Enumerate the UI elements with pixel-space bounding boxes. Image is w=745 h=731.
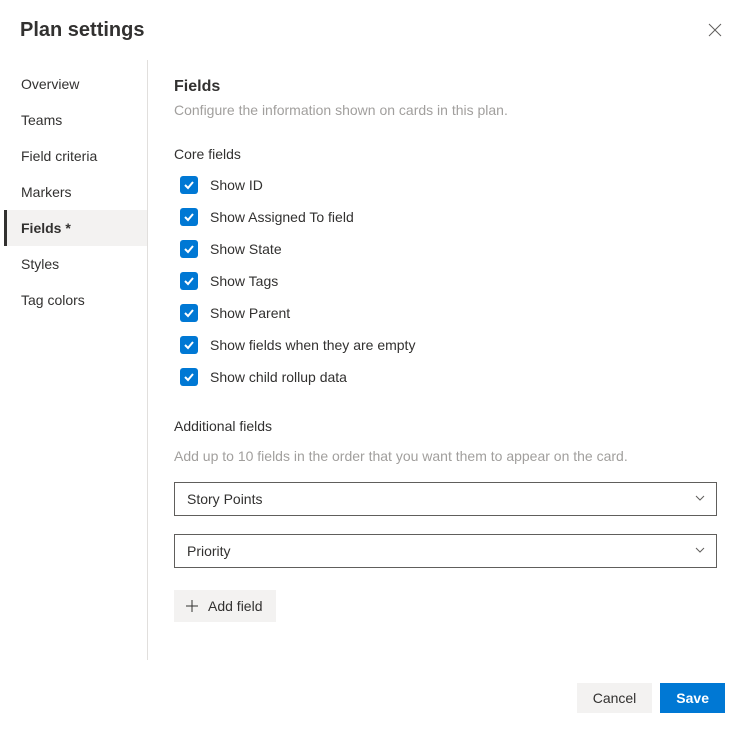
check-icon <box>183 275 195 287</box>
checkbox-row-show-assigned-to: Show Assigned To field <box>174 208 717 226</box>
sidebar-item-styles[interactable]: Styles <box>4 246 147 282</box>
check-icon <box>183 371 195 383</box>
check-icon <box>183 243 195 255</box>
sidebar-item-teams[interactable]: Teams <box>4 102 147 138</box>
checkbox-show-assigned-to[interactable] <box>180 208 198 226</box>
section-title: Fields <box>174 78 717 96</box>
checkbox-label: Show State <box>210 241 282 257</box>
core-fields-heading: Core fields <box>174 146 717 162</box>
select-value: Priority <box>187 543 231 559</box>
checkbox-row-show-tags: Show Tags <box>174 272 717 290</box>
save-button[interactable]: Save <box>660 683 725 713</box>
chevron-down-icon <box>694 491 706 507</box>
checkbox-show-tags[interactable] <box>180 272 198 290</box>
check-icon <box>183 179 195 191</box>
sidebar-item-tag-colors[interactable]: Tag colors <box>4 282 147 318</box>
checkbox-row-show-rollup: Show child rollup data <box>174 368 717 386</box>
sidebar-item-field-criteria[interactable]: Field criteria <box>4 138 147 174</box>
checkbox-label: Show fields when they are empty <box>210 337 415 353</box>
check-icon <box>183 339 195 351</box>
panel-content: Fields Configure the information shown o… <box>148 60 745 660</box>
checkbox-show-empty[interactable] <box>180 336 198 354</box>
check-icon <box>183 211 195 223</box>
check-icon <box>183 307 195 319</box>
sidebar-item-fields[interactable]: Fields * <box>4 210 147 246</box>
checkbox-label: Show Tags <box>210 273 278 289</box>
plus-icon <box>184 598 200 614</box>
checkbox-show-parent[interactable] <box>180 304 198 322</box>
select-value: Story Points <box>187 491 262 507</box>
close-button[interactable] <box>703 18 727 42</box>
page-title: Plan settings <box>20 19 144 42</box>
checkbox-show-state[interactable] <box>180 240 198 258</box>
checkbox-label: Show Parent <box>210 305 290 321</box>
chevron-down-icon <box>694 543 706 559</box>
checkbox-show-id[interactable] <box>180 176 198 194</box>
checkbox-label: Show child rollup data <box>210 369 347 385</box>
checkbox-row-show-empty: Show fields when they are empty <box>174 336 717 354</box>
sidebar-item-overview[interactable]: Overview <box>4 66 147 102</box>
section-description: Configure the information shown on cards… <box>174 102 717 118</box>
add-field-label: Add field <box>208 598 262 614</box>
checkbox-label: Show ID <box>210 177 263 193</box>
add-field-button[interactable]: Add field <box>174 590 276 622</box>
checkbox-row-show-state: Show State <box>174 240 717 258</box>
checkbox-row-show-parent: Show Parent <box>174 304 717 322</box>
additional-fields-heading: Additional fields <box>174 418 717 434</box>
close-icon <box>707 22 723 38</box>
checkbox-show-rollup[interactable] <box>180 368 198 386</box>
cancel-button[interactable]: Cancel <box>577 683 653 713</box>
checkbox-label: Show Assigned To field <box>210 209 354 225</box>
settings-sidebar: Overview Teams Field criteria Markers Fi… <box>4 60 148 660</box>
additional-fields-description: Add up to 10 fields in the order that yo… <box>174 448 717 464</box>
additional-field-select-1[interactable]: Priority <box>174 534 717 568</box>
additional-field-select-0[interactable]: Story Points <box>174 482 717 516</box>
sidebar-item-markers[interactable]: Markers <box>4 174 147 210</box>
checkbox-row-show-id: Show ID <box>174 176 717 194</box>
